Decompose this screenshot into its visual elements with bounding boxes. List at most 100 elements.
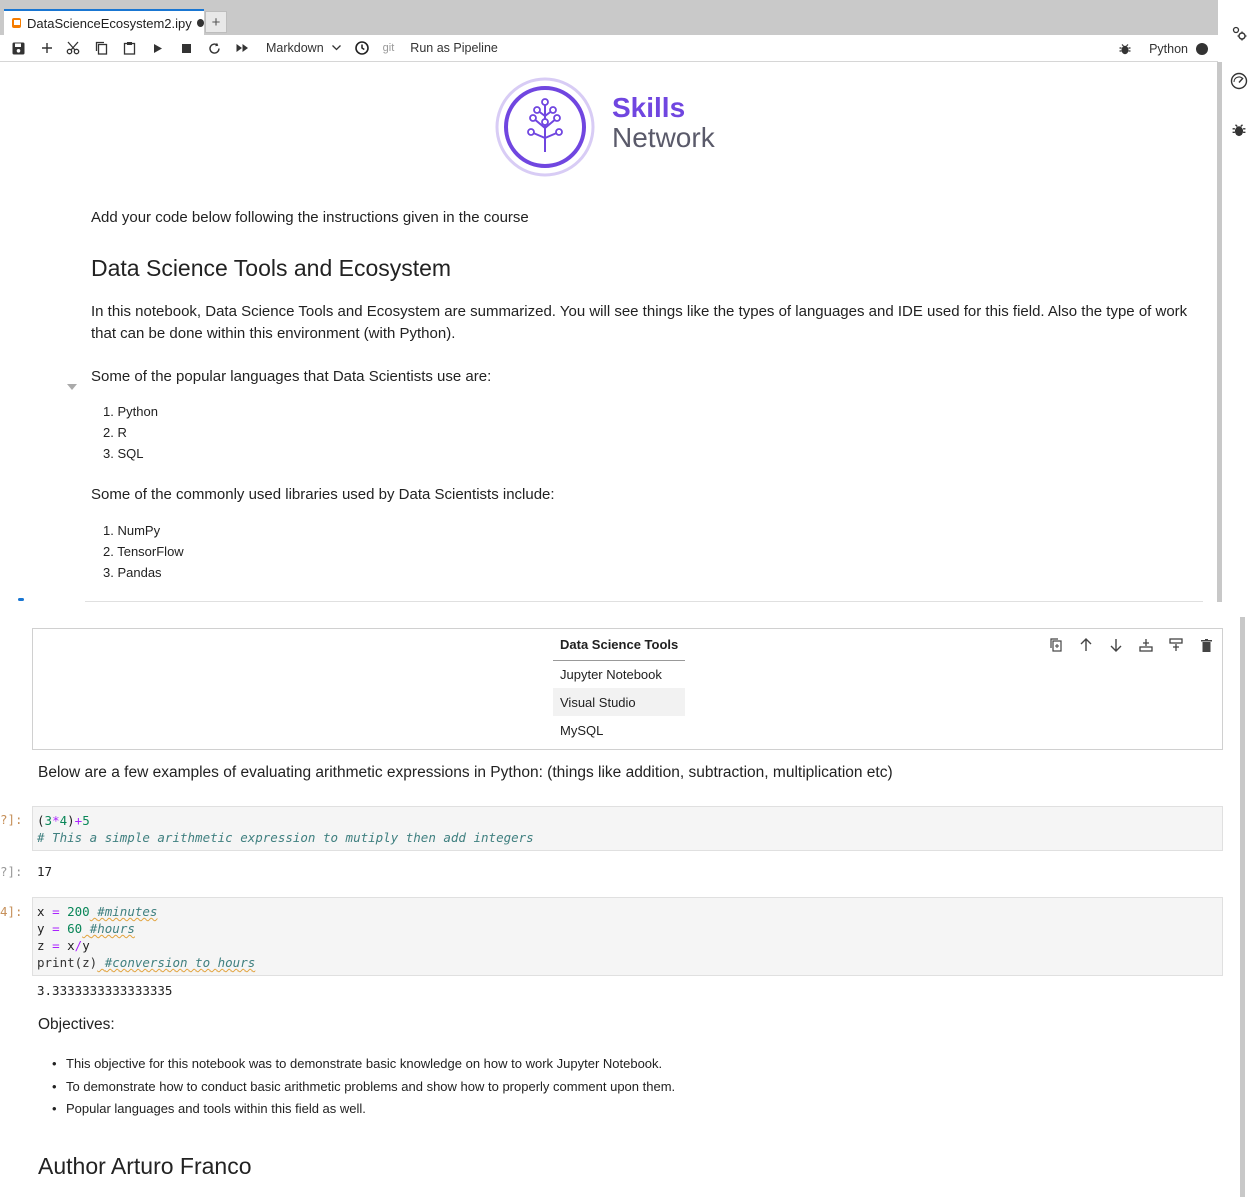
code-cell-conversion[interactable]: x = 200 #minutes y = 60 #hours z = x/y p… [32, 897, 1223, 976]
code-var: y [37, 921, 45, 936]
output-result: 3.3333333333333335 [37, 983, 173, 998]
debugger-icon[interactable] [1228, 119, 1250, 141]
cell-toolbar [1046, 635, 1216, 655]
run-as-pipeline-button[interactable]: Run as Pipeline [402, 35, 506, 62]
code-number: 5 [82, 813, 90, 828]
output-result: 17 [37, 864, 53, 879]
data-science-tools-table: Data Science Tools Jupyter Notebook Visu… [553, 631, 686, 744]
right-sidebar [1225, 0, 1253, 1197]
bug-icon[interactable] [1119, 43, 1131, 55]
list-item: 2. TensorFlow [103, 544, 184, 559]
skills-network-logo: Skills Network [495, 76, 735, 178]
insert-above-icon[interactable] [1136, 635, 1156, 655]
collapse-caret-icon[interactable] [67, 384, 77, 390]
code-operator: * [52, 813, 60, 828]
input-prompt: ?]: [0, 812, 23, 827]
list-item: 1. Python [103, 404, 158, 419]
delete-cell-icon[interactable] [1196, 635, 1216, 655]
libraries-list: 1. NumPy 2. TensorFlow 3. Pandas [103, 520, 184, 583]
notebook-toolbar: Markdown git Run as Pipeline Python [0, 35, 1218, 62]
copy-icon[interactable] [88, 35, 114, 62]
cut-icon[interactable] [58, 35, 88, 62]
notebook-icon [12, 18, 22, 28]
unsaved-dot-icon[interactable] [196, 19, 204, 27]
list-item: This objective for this notebook was to … [52, 1053, 675, 1076]
code-number: 200 [67, 904, 90, 919]
new-tab-button[interactable]: + [205, 11, 227, 33]
code-var: z [37, 938, 45, 953]
languages-list: 1. Python 2. R 3. SQL [103, 401, 158, 464]
code-number: 60 [67, 921, 83, 936]
git-button[interactable]: git [375, 35, 403, 62]
insert-below-icon[interactable] [1166, 635, 1186, 655]
list-item: 3. SQL [103, 446, 144, 461]
list-item: 1. NumPy [103, 523, 161, 538]
notebook-title: Data Science Tools and Ecosystem [91, 255, 452, 281]
code-comment: #conversion to hours [104, 955, 256, 970]
kernel-name: Python [1149, 41, 1188, 56]
input-prompt: 4]: [0, 904, 23, 919]
cell-type-select[interactable]: Markdown [256, 35, 349, 62]
code-comment: # This a simple arithmetic expression to… [37, 830, 534, 845]
table-row: Visual Studio [553, 688, 686, 716]
active-cell-marker [18, 598, 24, 601]
tools-table-cell[interactable]: Data Science Tools Jupyter Notebook Visu… [32, 628, 1223, 750]
code-paren-close: ) [67, 813, 75, 828]
code-print: print(z) [37, 955, 98, 970]
run-icon[interactable] [144, 35, 172, 62]
code-var: x [37, 904, 45, 919]
tab-notebook[interactable]: DataScienceEcosystem2.ipy [4, 9, 204, 35]
scrollbar-lower[interactable] [1240, 617, 1245, 1197]
save-icon[interactable] [0, 35, 36, 62]
intro-text: Add your code below following the instru… [91, 209, 529, 226]
move-down-icon[interactable] [1106, 635, 1126, 655]
languages-intro: Some of the popular languages that Data … [91, 368, 492, 385]
property-inspector-icon[interactable] [1228, 22, 1250, 44]
restart-icon[interactable] [200, 35, 228, 62]
table-header: Data Science Tools [553, 631, 686, 661]
objectives-list: This objective for this notebook was to … [52, 1053, 675, 1121]
code-number: 3 [44, 813, 53, 828]
code-var: y [82, 938, 90, 953]
resource-usage-icon[interactable] [1228, 70, 1250, 92]
code-operator: = [52, 904, 60, 919]
code-cell-arithmetic[interactable]: (3*4)+5 # This a simple arithmetic expre… [32, 806, 1223, 851]
code-var: x [67, 938, 75, 953]
fast-forward-icon[interactable] [228, 35, 256, 62]
add-cell-icon[interactable] [36, 35, 58, 62]
cell-divider [85, 601, 1203, 602]
clock-icon[interactable] [349, 35, 375, 62]
paste-icon[interactable] [114, 35, 144, 62]
cell-type-label: Markdown [266, 41, 324, 55]
code-comment: #minutes [97, 904, 158, 919]
author-heading: Author Arturo Franco [38, 1153, 252, 1179]
list-item: 3. Pandas [103, 565, 162, 580]
list-item: To demonstrate how to conduct basic arit… [52, 1076, 675, 1099]
kernel-status[interactable]: Python [1119, 35, 1208, 62]
logo-text-skills: Skills [612, 92, 686, 123]
chevron-down-icon [331, 45, 341, 51]
code-operator: = [52, 938, 60, 953]
tab-bar: DataScienceEcosystem2.ipy + [0, 0, 1218, 35]
duplicate-cell-icon[interactable] [1046, 635, 1066, 655]
code-operator: = [52, 921, 60, 936]
tab-title: DataScienceEcosystem2.ipy [27, 15, 192, 31]
scrollbar[interactable] [1217, 62, 1222, 602]
code-number: 4 [59, 813, 68, 828]
arithmetic-intro: Below are a few examples of evaluating a… [38, 764, 893, 781]
libraries-intro: Some of the commonly used libraries used… [91, 486, 555, 503]
code-paren-open: ( [37, 813, 45, 828]
objectives-heading: Objectives: [38, 1016, 115, 1033]
move-up-icon[interactable] [1076, 635, 1096, 655]
table-row: MySQL [560, 722, 604, 738]
output-prompt: ?]: [0, 864, 23, 879]
logo-tree-icon [495, 77, 595, 177]
stop-icon[interactable] [172, 35, 200, 62]
kernel-idle-icon [1196, 42, 1208, 55]
logo-text-network: Network [612, 122, 715, 153]
summary-paragraph: In this notebook, Data Science Tools and… [91, 303, 1188, 342]
table-row: Jupyter Notebook [560, 666, 662, 682]
list-item: Popular languages and tools within this … [52, 1098, 675, 1121]
jupyterlab-window: DataScienceEcosystem2.ipy + Markdown git… [0, 0, 1253, 1197]
code-comment: #hours [89, 921, 135, 936]
